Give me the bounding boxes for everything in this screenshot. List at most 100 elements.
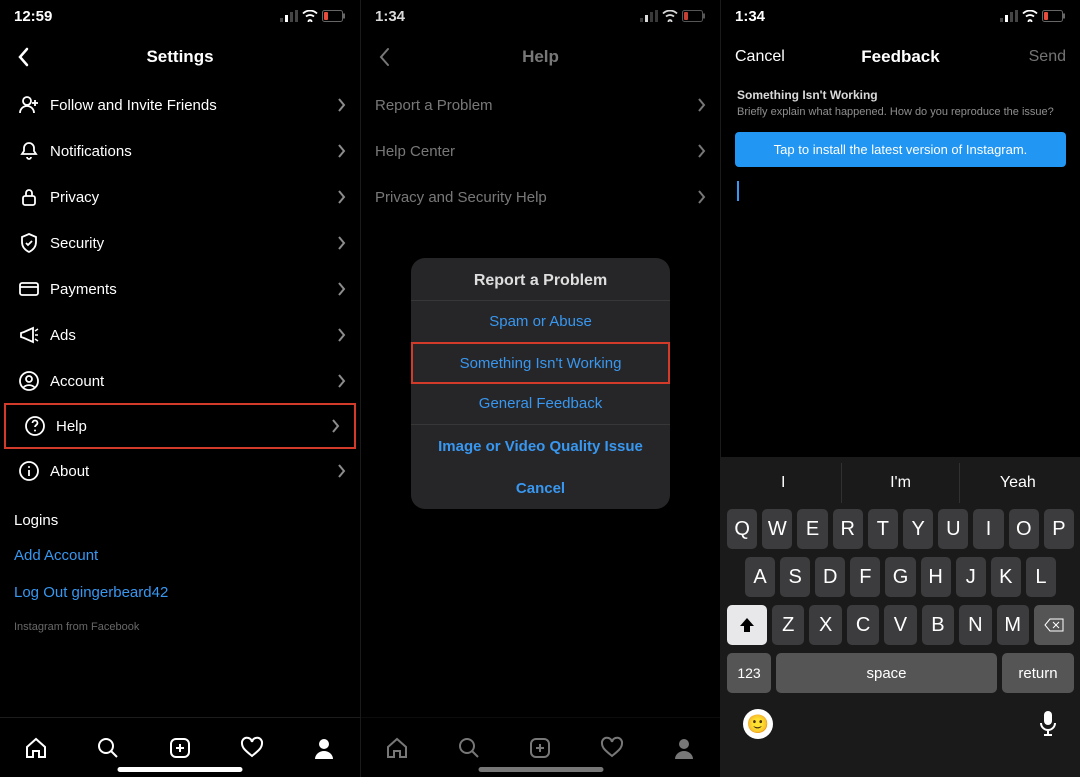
chevron-right-icon: [337, 463, 346, 479]
key-Y[interactable]: Y: [903, 509, 933, 549]
mic-key[interactable]: [1038, 709, 1058, 739]
key-W[interactable]: W: [762, 509, 792, 549]
footer-branding: Instagram from Facebook: [0, 611, 360, 643]
profile-tab[interactable]: [311, 735, 337, 761]
sheet-option[interactable]: Image or Video Quality Issue: [411, 425, 670, 467]
chevron-right-icon: [331, 418, 340, 434]
card-icon: [14, 278, 44, 300]
settings-row-security[interactable]: Security: [0, 220, 360, 266]
sheet-cancel[interactable]: Cancel: [411, 467, 670, 509]
action-sheet: Report a Problem Spam or AbuseSomething …: [411, 258, 670, 509]
search-tab[interactable]: [95, 735, 121, 761]
key-F[interactable]: F: [850, 557, 880, 597]
row-label: Ads: [44, 327, 337, 344]
settings-row-notifications[interactable]: Notifications: [0, 128, 360, 174]
nav-bar: Settings: [0, 32, 360, 82]
activity-tab[interactable]: [239, 735, 265, 761]
chevron-right-icon: [337, 281, 346, 297]
settings-row-help[interactable]: Help: [4, 403, 356, 449]
row-label: Security: [44, 235, 337, 252]
key-L[interactable]: L: [1026, 557, 1056, 597]
battery-icon: [322, 10, 346, 22]
suggestion[interactable]: Yeah: [959, 463, 1076, 503]
suggestion[interactable]: I: [725, 463, 841, 503]
key-D[interactable]: D: [815, 557, 845, 597]
shift-key[interactable]: [727, 605, 767, 645]
settings-row-account[interactable]: Account: [0, 358, 360, 404]
shield-icon: [14, 232, 44, 254]
row-label: Account: [44, 373, 337, 390]
status-bar: 1:34: [721, 0, 1080, 32]
sheet-option[interactable]: General Feedback: [411, 383, 670, 425]
key-O[interactable]: O: [1009, 509, 1039, 549]
settings-row-follow-and-invite-friends[interactable]: Follow and Invite Friends: [0, 82, 360, 128]
lock-icon: [14, 186, 44, 208]
chevron-right-icon: [337, 373, 346, 389]
feedback-subheading: Briefly explain what happened. How do yo…: [721, 106, 1080, 128]
settings-row-ads[interactable]: Ads: [0, 312, 360, 358]
row-label: About: [44, 463, 337, 480]
signal-icon: [1000, 10, 1018, 22]
help-icon: [20, 415, 50, 437]
nav-bar: Cancel Feedback Send: [721, 32, 1080, 82]
suggestion[interactable]: I'm: [841, 463, 958, 503]
bell-icon: [14, 140, 44, 162]
key-T[interactable]: T: [868, 509, 898, 549]
key-M[interactable]: M: [997, 605, 1029, 645]
row-label: Help: [50, 418, 331, 435]
key-U[interactable]: U: [938, 509, 968, 549]
sheet-title: Report a Problem: [411, 258, 670, 301]
invite-icon: [14, 94, 44, 116]
update-banner[interactable]: Tap to install the latest version of Ins…: [735, 132, 1066, 167]
key-R[interactable]: R: [833, 509, 863, 549]
chevron-right-icon: [337, 143, 346, 159]
keyboard: II'mYeah QWERTYUIOP ASDFGHJKL ZXCVBNM 12…: [721, 457, 1080, 777]
key-Q[interactable]: Q: [727, 509, 757, 549]
account-icon: [14, 370, 44, 392]
key-K[interactable]: K: [991, 557, 1021, 597]
key-A[interactable]: A: [745, 557, 775, 597]
add-account-link[interactable]: Add Account: [0, 537, 360, 574]
row-label: Notifications: [44, 143, 337, 160]
key-C[interactable]: C: [847, 605, 879, 645]
settings-row-payments[interactable]: Payments: [0, 266, 360, 312]
sheet-option[interactable]: Spam or Abuse: [411, 301, 670, 343]
row-label: Follow and Invite Friends: [44, 97, 337, 114]
feedback-heading: Something Isn't Working: [721, 82, 1080, 106]
new-post-tab[interactable]: [167, 735, 193, 761]
signal-icon: [280, 10, 298, 22]
key-P[interactable]: P: [1044, 509, 1074, 549]
key-S[interactable]: S: [780, 557, 810, 597]
send-button[interactable]: Send: [1029, 48, 1066, 66]
wifi-icon: [302, 10, 318, 22]
sheet-option[interactable]: Something Isn't Working: [411, 342, 670, 384]
settings-row-privacy[interactable]: Privacy: [0, 174, 360, 220]
home-tab[interactable]: [23, 735, 49, 761]
status-time: 1:34: [735, 8, 765, 25]
battery-icon: [1042, 10, 1066, 22]
home-indicator[interactable]: [118, 767, 243, 772]
key-B[interactable]: B: [922, 605, 954, 645]
key-N[interactable]: N: [959, 605, 991, 645]
key-Z[interactable]: Z: [772, 605, 804, 645]
info-icon: [14, 460, 44, 482]
key-I[interactable]: I: [973, 509, 1003, 549]
key-H[interactable]: H: [921, 557, 951, 597]
numeric-key[interactable]: 123: [727, 653, 771, 693]
key-E[interactable]: E: [797, 509, 827, 549]
key-J[interactable]: J: [956, 557, 986, 597]
key-G[interactable]: G: [885, 557, 915, 597]
emoji-key[interactable]: 🙂: [743, 709, 773, 739]
row-label: Privacy: [44, 189, 337, 206]
settings-row-about[interactable]: About: [0, 448, 360, 494]
logout-link[interactable]: Log Out gingerbeard42: [0, 574, 360, 611]
megaphone-icon: [14, 324, 44, 346]
key-V[interactable]: V: [884, 605, 916, 645]
return-key[interactable]: return: [1002, 653, 1074, 693]
status-bar: 12:59: [0, 0, 360, 32]
space-key[interactable]: space: [776, 653, 997, 693]
key-X[interactable]: X: [809, 605, 841, 645]
feedback-textarea[interactable]: [737, 179, 1064, 209]
backspace-key[interactable]: [1034, 605, 1074, 645]
status-time: 12:59: [14, 8, 52, 25]
